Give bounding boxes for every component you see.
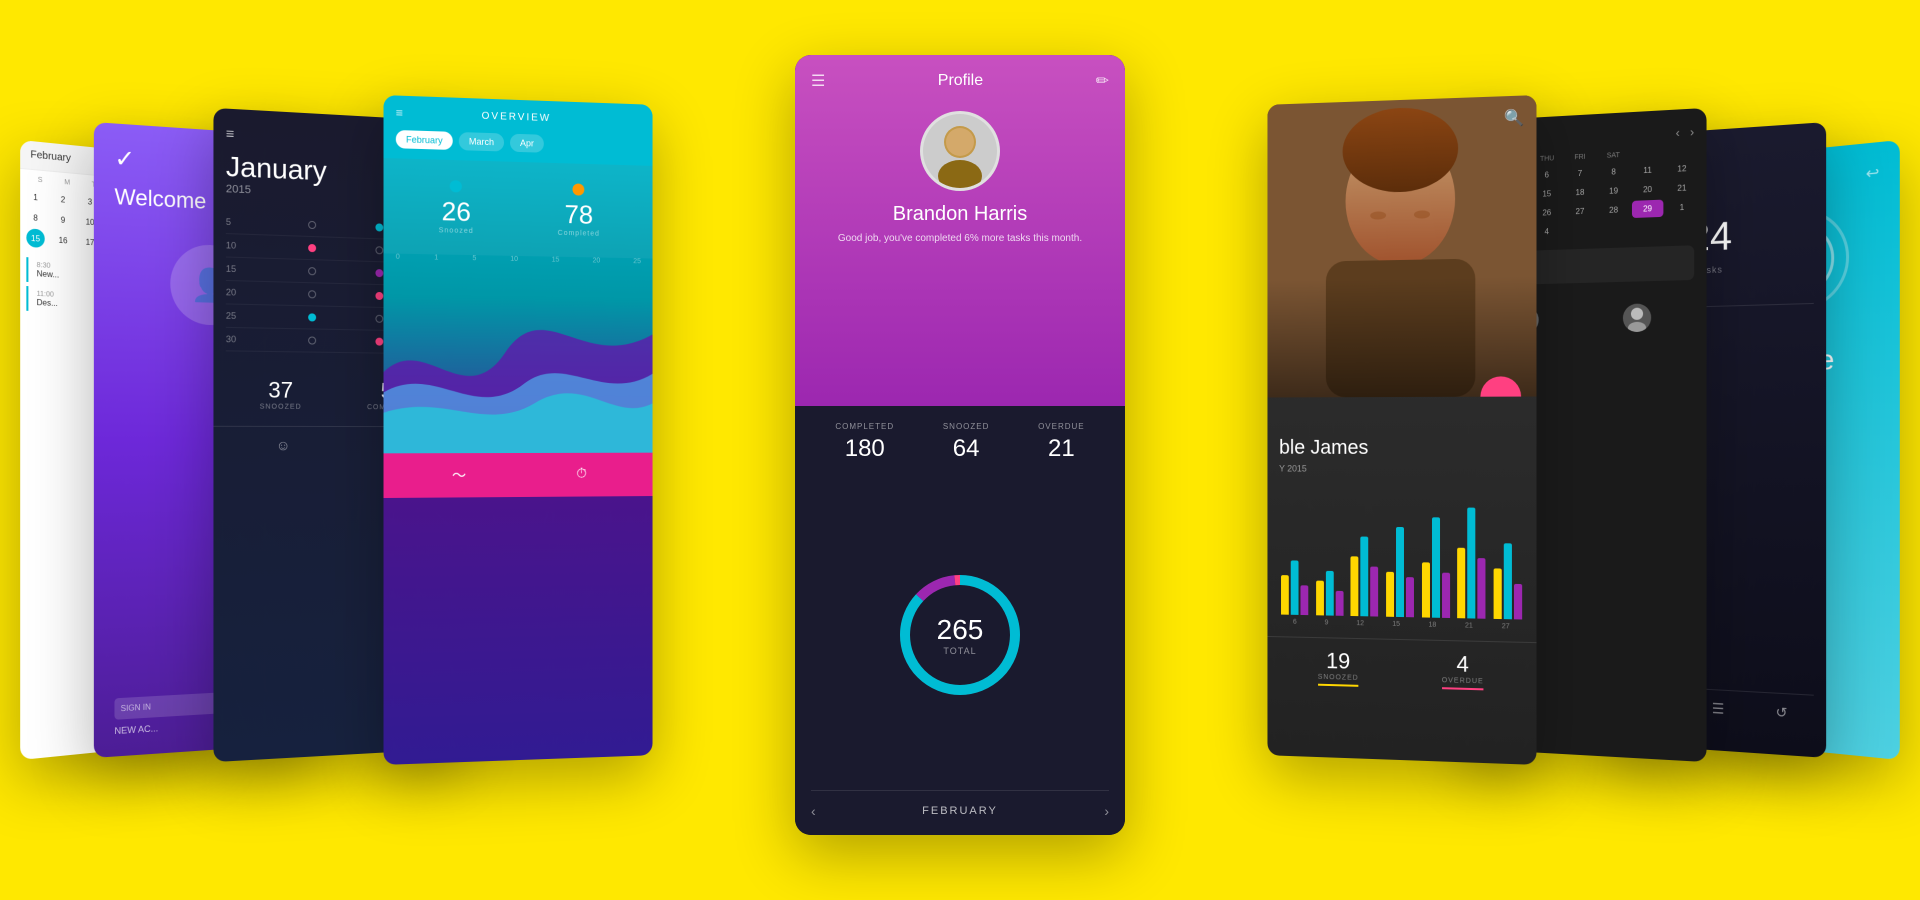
p6-name: ble James: [1267, 422, 1536, 465]
p4-snoozed-dot: [450, 180, 462, 192]
p5-user-name: Brandon Harris: [811, 203, 1109, 226]
p7-avatar-2: [1622, 303, 1650, 332]
wave-icon[interactable]: 〜: [452, 465, 466, 485]
dot-5: [376, 246, 384, 254]
p6-snoozed-stat: 19 SNOOZED: [1318, 648, 1359, 687]
p5-month-nav: ‹ FEBRUARY ›: [811, 790, 1109, 819]
p8-refresh-icon[interactable]: ↺: [1776, 704, 1788, 733]
tab-february[interactable]: February: [396, 130, 453, 150]
p5-completed-label: COMPLETED: [835, 422, 894, 431]
p5-snoozed-num: 64: [943, 435, 990, 463]
p4-title: OVERVIEW: [482, 110, 552, 123]
p6-photo: 🔍 ···: [1267, 95, 1536, 397]
p5-bottom: COMPLETED 180 SNOOZED 64 OVERDUE 21: [795, 406, 1125, 835]
dot-7: [308, 267, 316, 275]
dot-16: [308, 336, 316, 344]
p5-snoozed-label: SNOOZED: [943, 422, 990, 431]
tab-apr[interactable]: Apr: [510, 134, 544, 153]
p3-snoozed-label: SNOOZED: [260, 404, 302, 411]
clock-icon[interactable]: ⏱: [576, 465, 587, 485]
p5-overdue-stat: OVERDUE 21: [1038, 422, 1085, 463]
p8-list-icon[interactable]: ☰: [1712, 700, 1724, 729]
dot-1: [308, 221, 316, 229]
next-arrow[interactable]: ›: [1690, 125, 1694, 139]
dot-17: [376, 338, 384, 346]
dot-8: [376, 269, 384, 277]
smiley-icon: ☺: [276, 437, 290, 454]
p6-date: Y 2015: [1267, 464, 1536, 475]
p6-search-icon[interactable]: 🔍: [1504, 108, 1524, 129]
p5-profile-top: ☰ Profile ✏ Brandon Harris Good job, you…: [795, 55, 1125, 406]
p5-total-num: 265: [937, 614, 984, 646]
p5-overdue-num: 21: [1038, 435, 1085, 463]
p9-back-icon[interactable]: ↩: [1866, 165, 1880, 184]
p4-wave: [384, 271, 653, 454]
dot-14: [376, 315, 384, 323]
p4-snoozed-num: 26: [439, 196, 474, 228]
p5-nav-title: Profile: [938, 72, 983, 90]
tab-march[interactable]: March: [459, 132, 504, 151]
p3-stat-snoozed: 37 SNOOZED: [260, 377, 302, 411]
hamburger-icon: ≡: [226, 125, 234, 142]
p4-completed-label: Completed: [558, 230, 600, 238]
phone-photo-stats: 🔍 ··· ble James Y 2015: [1267, 95, 1536, 765]
p4-snoozed-label: Snoozed: [439, 227, 474, 235]
p5-stats-row: COMPLETED 180 SNOOZED 64 OVERDUE 21: [811, 422, 1109, 463]
phone-overview-teal: ≡ OVERVIEW February March Apr 26 Snoozed…: [384, 95, 653, 765]
p5-avatar: [920, 111, 1000, 191]
p5-donut-container: 265 TOTAL: [811, 479, 1109, 790]
p5-completed-stat: COMPLETED 180: [835, 422, 894, 463]
dot-10: [308, 290, 316, 298]
p5-tagline: Good job, you've completed 6% more tasks…: [811, 232, 1109, 246]
p6-overdue-stat: 4 OVERDUE: [1442, 651, 1484, 690]
p4-stat-completed: 78 Completed: [558, 183, 600, 238]
p6-bottom-stats: 19 SNOOZED 4 OVERDUE: [1267, 636, 1536, 702]
p6-overdue-num: 4: [1442, 651, 1484, 678]
p6-snoozed-label: SNOOZED: [1318, 674, 1359, 682]
p4-bottom-nav: 〜 ⏱: [384, 453, 653, 498]
prev-month-icon[interactable]: ‹: [811, 803, 816, 819]
p7-arrows: ‹ ›: [1676, 125, 1694, 140]
p5-edit-icon[interactable]: ✏: [1096, 71, 1109, 91]
next-month-icon[interactable]: ›: [1104, 803, 1109, 819]
p6-chart-labels: 6 9 12 15 18 21 27: [1279, 618, 1524, 630]
p5-donut: 265 TOTAL: [890, 565, 1030, 705]
p5-nav: ☰ Profile ✏: [811, 71, 1109, 91]
p5-overdue-label: OVERDUE: [1038, 422, 1085, 431]
p5-snoozed-stat: SNOOZED 64: [943, 422, 990, 463]
dot-13: [308, 313, 316, 321]
p4-completed-dot: [573, 183, 585, 195]
p6-chart-bars: [1279, 496, 1524, 619]
p6-chart: 6 9 12 15 18 21 27: [1267, 488, 1536, 642]
p5-total-label: TOTAL: [937, 646, 984, 656]
p6-snoozed-num: 19: [1318, 648, 1359, 675]
p6-overdue-label: OVERDUE: [1442, 677, 1484, 685]
phone-profile-center: ☰ Profile ✏ Brandon Harris Good job, you…: [795, 55, 1125, 835]
p3-snoozed-num: 37: [260, 377, 302, 404]
p4-completed-num: 78: [558, 199, 600, 231]
p2-new-account: NEW AC...: [114, 723, 158, 736]
p5-month: FEBRUARY: [922, 805, 998, 817]
p4-stats: 26 Snoozed 78 Completed: [384, 158, 653, 259]
p4-menu-icon: ≡: [396, 106, 403, 120]
showcase: February SMTWTFS 1 2 3 4 5 6 7 8 9 10 11…: [0, 0, 1920, 900]
p1-month-label: February: [30, 149, 70, 164]
p5-donut-center: 265 TOTAL: [937, 614, 984, 656]
p4-stat-snoozed: 26 Snoozed: [439, 180, 474, 235]
p5-menu-icon[interactable]: ☰: [811, 71, 825, 91]
dot-2: [376, 223, 384, 231]
dot-11: [376, 292, 384, 300]
p5-completed-num: 180: [835, 435, 894, 463]
dot-4: [308, 244, 316, 252]
prev-arrow[interactable]: ‹: [1676, 126, 1680, 140]
